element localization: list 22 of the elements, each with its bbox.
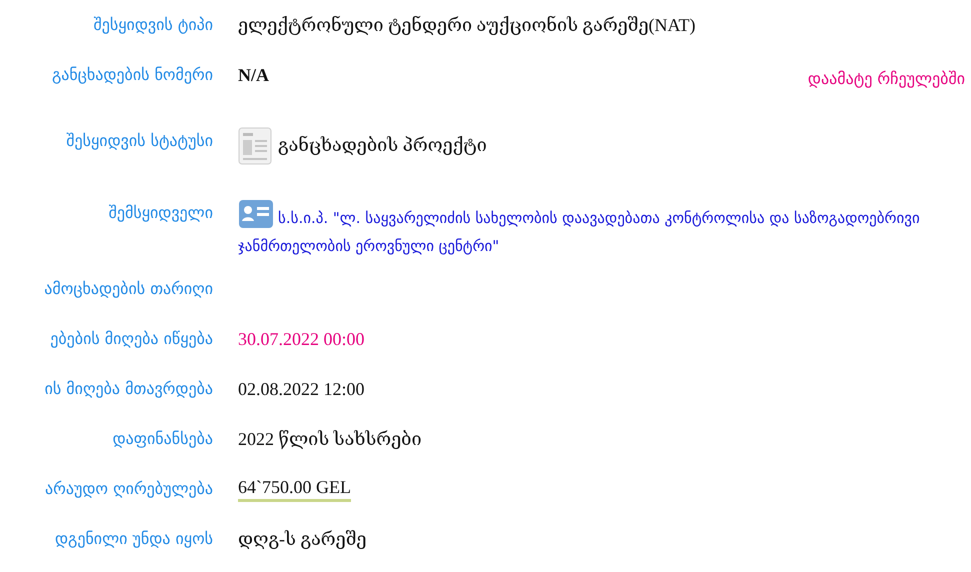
field-label: განცხადების ნომერი [52,65,213,84]
field-value: ელექტრონული ტენდერი აუქციონის გარეშე(NAT) [238,14,696,37]
field-label: შესყიდვის სტატუსი [66,131,213,150]
field-value: 02.08.2022 12:00 [238,378,365,401]
newspaper-icon [238,127,272,165]
field-label: ამოცხადების თარიღი [44,279,213,298]
field-label: შესყიდვის ტიპი [94,15,213,34]
field-label: ის მიღება მთავრდება [44,379,213,398]
price-value: 64`750.00 GEL [238,475,351,502]
field-value: დღგ-ს გარეშე [238,528,367,551]
add-to-favorites-link[interactable]: დაამატე რჩეულებში [808,65,965,93]
buyer-name: ს.ს.ი.პ. "ლ. საყვარელიძის სახელობის დაავადებათა კონტროლისა და საზოგადოებრივი ჯანმრთელობის ეროვნული ცენტრი" [238,199,938,260]
id-card-icon [238,199,274,229]
field-label: ებების მიღება იწყება [50,329,213,348]
field-label: არაუდო ღირებულება [44,479,213,498]
field-value: 2022 წლის სახსრები [238,428,422,452]
field-label: დგენილი უნდა იყოს [54,529,213,548]
field-label: შემსყიდველი [108,203,213,222]
field-value: N/A [238,64,269,87]
status-value: განცხადების პროექტი [278,134,487,157]
field-value: 30.07.2022 00:00 [238,328,365,351]
field-label: დაფინანსება [112,429,213,448]
